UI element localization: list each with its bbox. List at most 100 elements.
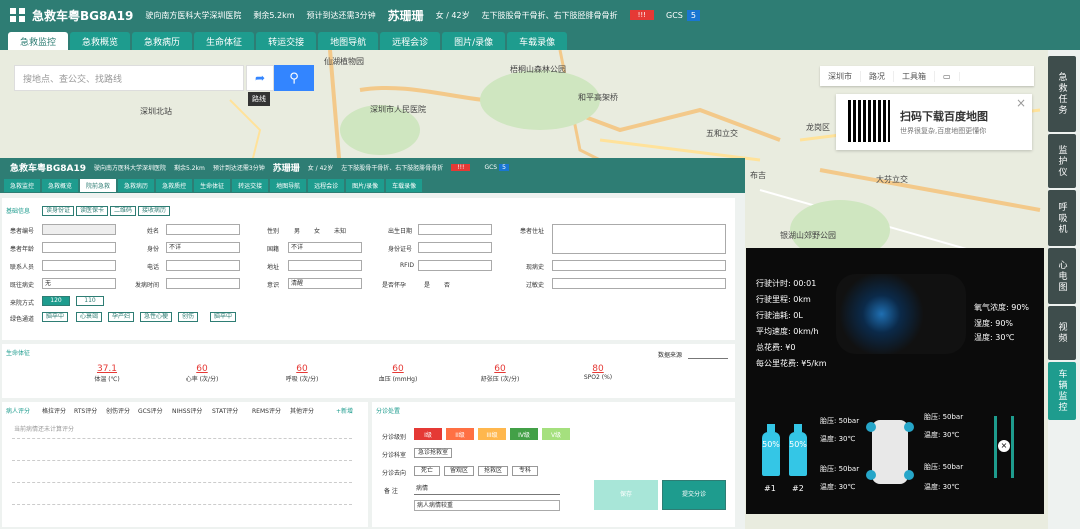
dept-emergency-room[interactable]: 急诊抢救室: [414, 448, 453, 458]
inner-tab[interactable]: 转运交接: [232, 179, 269, 192]
sidebar-item-monitor[interactable]: 监护仪: [1048, 134, 1076, 188]
tab-overview[interactable]: 急救概览: [70, 32, 131, 50]
read-insurance-button[interactable]: 读医保卡: [76, 206, 109, 216]
inner-tab[interactable]: 急救病历: [118, 179, 155, 192]
toolbox-button[interactable]: 工具箱: [894, 70, 935, 82]
name-field[interactable]: [166, 224, 240, 235]
sidebar-item-task[interactable]: 急救任务: [1048, 56, 1076, 132]
gender-female-radio[interactable]: 女: [314, 226, 320, 235]
birth-label: 出生日期: [388, 228, 413, 235]
rfid-field[interactable]: [418, 260, 492, 271]
score-tab[interactable]: GCS评分: [138, 406, 163, 415]
tab-remote-consult[interactable]: 远程会诊: [380, 32, 441, 50]
submit-triage-button[interactable]: 提交分诊: [662, 480, 726, 510]
triage-level-2[interactable]: II级: [446, 428, 474, 440]
consciousness-select[interactable]: 清醒: [288, 278, 362, 289]
nationality-select[interactable]: 不详: [288, 242, 362, 253]
score-tab[interactable]: STAT评分: [212, 406, 238, 415]
gender-male-radio[interactable]: 男: [294, 226, 300, 235]
arrival-110-button[interactable]: 110: [76, 296, 104, 306]
map-search-input[interactable]: 搜地点、查公交、找路线: [14, 65, 244, 91]
to-option[interactable]: 死亡: [414, 466, 440, 476]
tab-map-navigation[interactable]: 地图导航: [318, 32, 379, 50]
past-history-select[interactable]: 无: [42, 278, 116, 289]
inner-tab[interactable]: 院前急救: [80, 179, 117, 192]
to-option[interactable]: 专科: [512, 466, 538, 476]
channel-option[interactable]: 脑卒中: [210, 312, 237, 322]
search-icon[interactable]: ⚲: [274, 65, 314, 91]
channel-option[interactable]: 创伤: [178, 312, 199, 322]
channel-option[interactable]: 脑卒中: [42, 312, 69, 322]
sidebar-item-ventilator[interactable]: 呼吸机: [1048, 190, 1076, 246]
qrcode-button[interactable]: 二维码: [110, 206, 137, 216]
patient-no-field[interactable]: [42, 224, 116, 235]
arrival-120-button[interactable]: 120: [42, 296, 70, 306]
receive-record-button[interactable]: 接收病历: [138, 206, 171, 216]
traffic-button[interactable]: 路况: [861, 70, 894, 82]
channel-option[interactable]: 急性心梗: [140, 312, 173, 322]
score-tab[interactable]: RTS评分: [74, 406, 97, 415]
tab-vital-signs[interactable]: 生命体征: [194, 32, 255, 50]
to-option[interactable]: 抢救区: [478, 466, 508, 476]
phone-field[interactable]: [166, 260, 240, 271]
city-selector[interactable]: 深圳市: [820, 70, 861, 82]
tab-handover[interactable]: 转运交接: [256, 32, 317, 50]
tab-vehicle-video[interactable]: 车载录像: [507, 32, 568, 50]
score-tab[interactable]: 病人评分: [6, 406, 30, 415]
apps-grid-icon[interactable]: [10, 8, 26, 22]
sidebar-item-video[interactable]: 视频: [1048, 306, 1076, 360]
triage-level-4[interactable]: IV级: [510, 428, 538, 440]
identity-select[interactable]: 不详: [166, 242, 240, 253]
channel-option[interactable]: 心衰竭: [76, 312, 103, 322]
channel-option[interactable]: 孕产妇: [108, 312, 135, 322]
onset-field[interactable]: [166, 278, 240, 289]
remarks-field[interactable]: 病情: [414, 484, 560, 495]
stretcher-toggle-icon[interactable]: ×: [998, 440, 1010, 452]
sidebar-item-ecg[interactable]: 心电图: [1048, 248, 1076, 304]
close-icon[interactable]: ×: [1016, 96, 1026, 110]
birth-field[interactable]: [418, 224, 492, 235]
current-history-field[interactable]: [552, 260, 726, 271]
triage-level-5[interactable]: V级: [542, 428, 570, 440]
score-tab[interactable]: 创伤评分: [106, 406, 130, 415]
pregnant-yes-radio[interactable]: 是: [424, 280, 430, 289]
address-field[interactable]: [288, 260, 362, 271]
inner-tab[interactable]: 急救质控: [156, 179, 193, 192]
score-tab[interactable]: 格拉评分: [42, 406, 66, 415]
age-field[interactable]: [42, 242, 116, 253]
score-tab[interactable]: REMS评分: [252, 406, 281, 415]
inner-tab[interactable]: 车载录像: [386, 179, 423, 192]
inner-header: 急救车粤BG8A19 驶向南方医科大学深圳医院 剩余5.2km 预计到达还需3分…: [0, 158, 745, 176]
inner-tab[interactable]: 地图导航: [270, 179, 307, 192]
triage-level-1[interactable]: I级: [414, 428, 442, 440]
allergy-field[interactable]: [552, 278, 726, 289]
gender-unknown-radio[interactable]: 未知: [334, 226, 346, 235]
data-source-select[interactable]: [688, 348, 728, 359]
score-tab[interactable]: NIHSS评分: [172, 406, 202, 415]
inner-tab[interactable]: 生命体征: [194, 179, 231, 192]
heart-rate-value: 60: [196, 364, 208, 374]
to-option[interactable]: 留观区: [444, 466, 474, 476]
tab-images[interactable]: 图片/录像: [442, 32, 506, 50]
temperature-value: 37.1: [96, 364, 118, 374]
score-tab[interactable]: 其他评分: [290, 406, 314, 415]
triage-level-3[interactable]: III级: [478, 428, 506, 440]
inner-tab[interactable]: 远程会诊: [308, 179, 345, 192]
id-field[interactable]: [418, 242, 492, 253]
remarks-select[interactable]: 病人病情较重: [414, 500, 560, 511]
save-button[interactable]: 保存: [594, 480, 658, 510]
message-icon[interactable]: ▭: [935, 71, 960, 81]
inner-tab[interactable]: 急救监控: [4, 179, 41, 192]
pregnant-no-radio[interactable]: 否: [444, 280, 450, 289]
add-score-link[interactable]: +新增: [336, 406, 353, 415]
patient-address-field[interactable]: [552, 224, 726, 254]
sidebar-item-vehicle[interactable]: 车辆监控: [1048, 362, 1076, 420]
read-id-button[interactable]: 读身份证: [42, 206, 75, 216]
inner-tab[interactable]: 急救概览: [42, 179, 79, 192]
tab-emergency-monitor[interactable]: 急救监控: [8, 32, 69, 50]
route-icon[interactable]: ➦: [246, 65, 274, 91]
contact-field[interactable]: [42, 260, 116, 271]
tab-medical-record[interactable]: 急救病历: [132, 32, 193, 50]
inner-tab[interactable]: 图片/录像: [346, 179, 385, 192]
map-label: 布吉: [750, 171, 766, 180]
